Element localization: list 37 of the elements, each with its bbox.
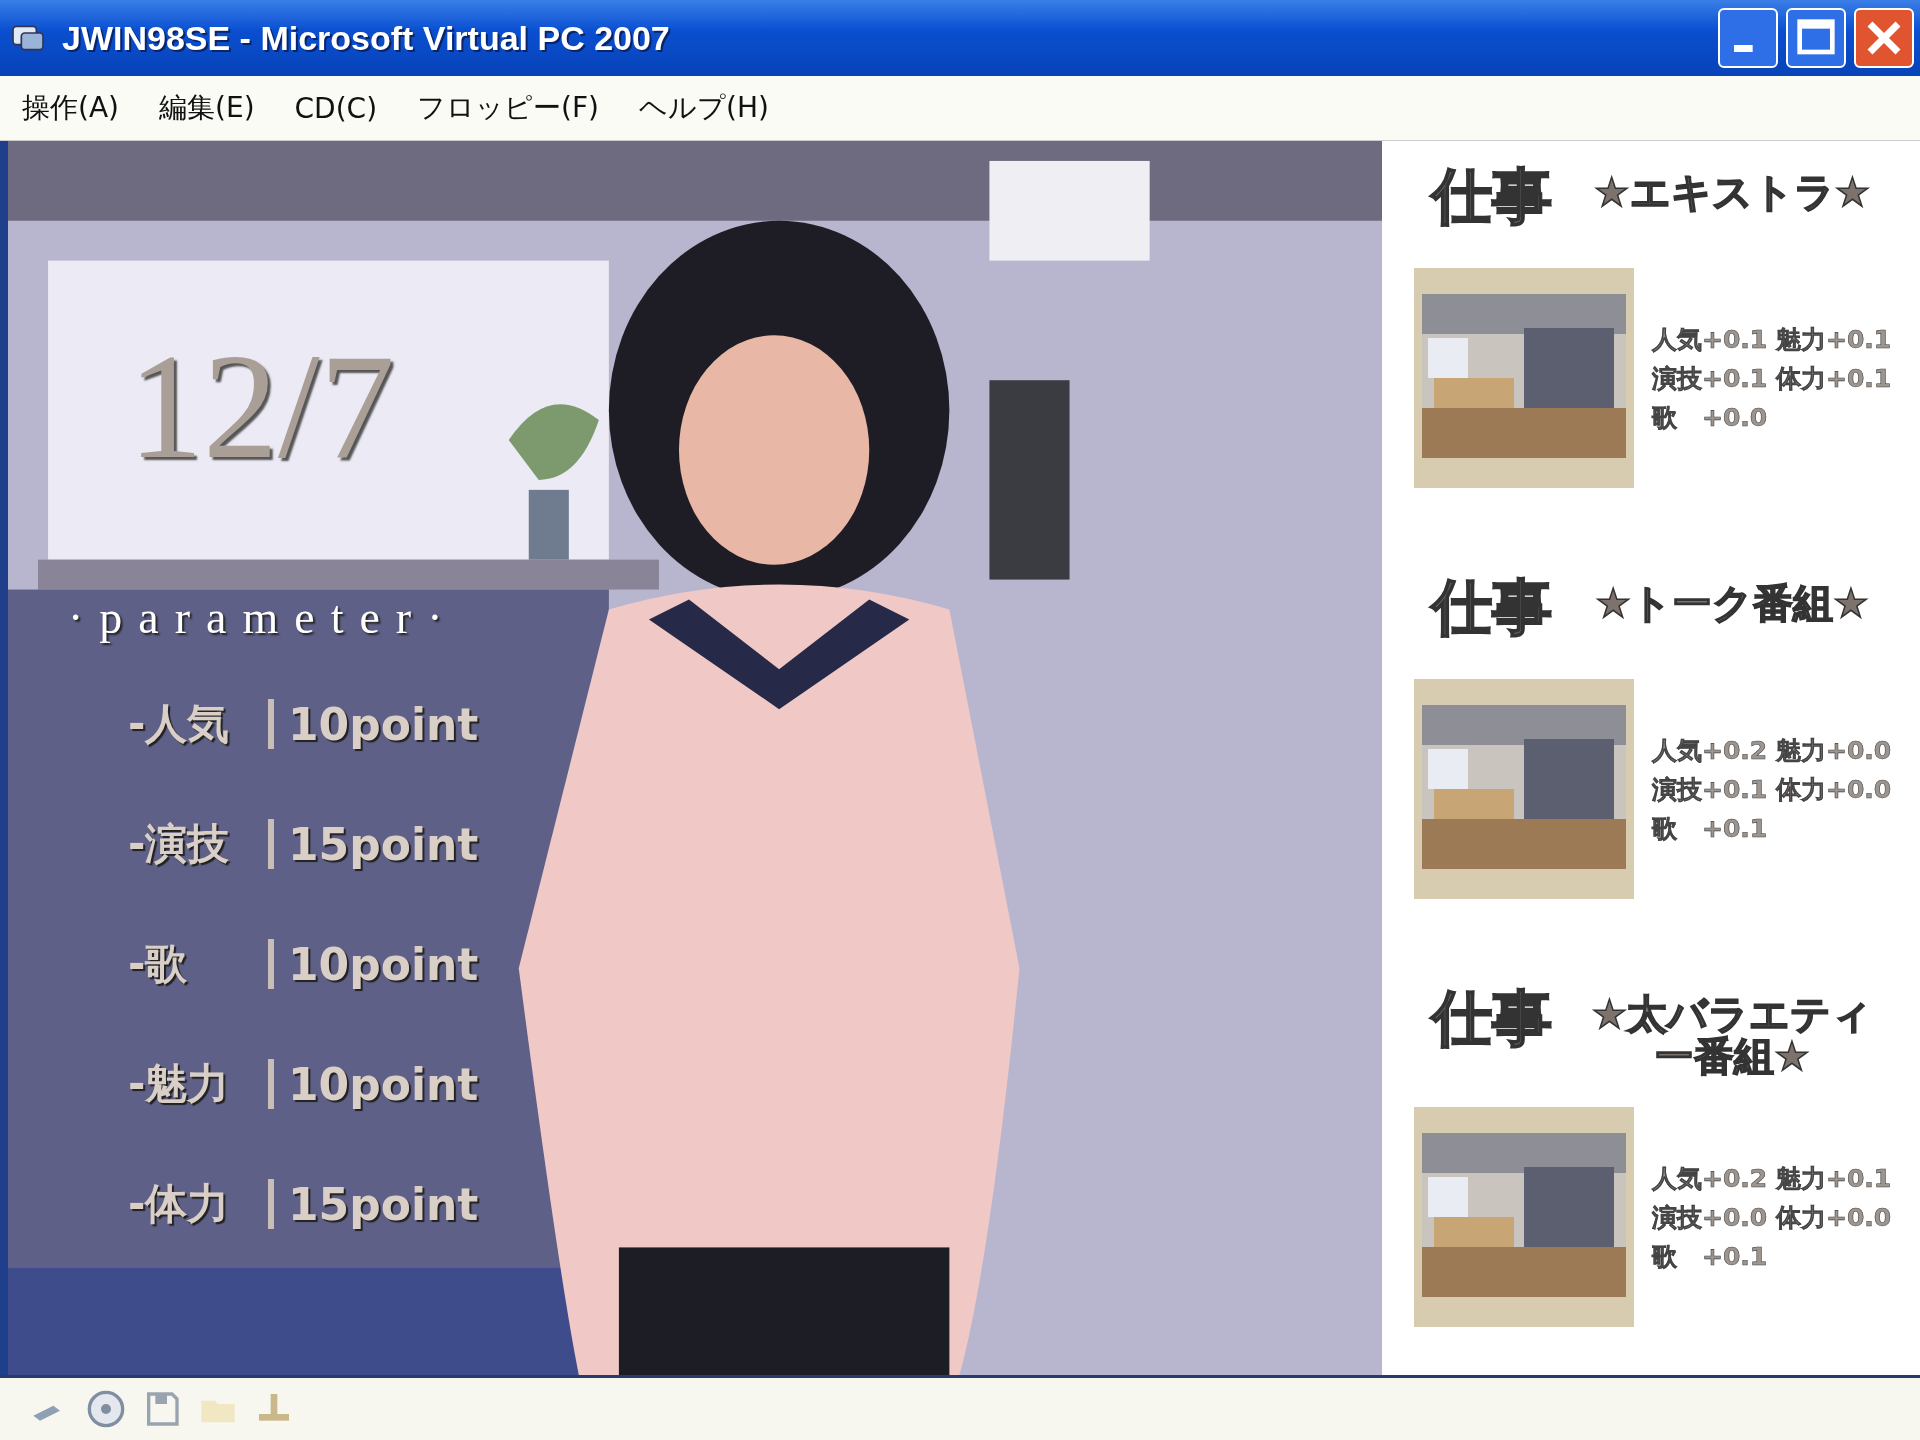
disc-icon[interactable] [86, 1389, 126, 1429]
menu-item[interactable]: CD(C) [294, 91, 378, 125]
job-title: 仕事 [1432, 160, 1552, 233]
parameter-value: 10point [288, 1058, 479, 1110]
menu-item[interactable]: 操作(A) [22, 89, 119, 127]
parameter-value: 10point [288, 938, 479, 990]
stat-line: 人気+0.1 魅力+0.1 [1652, 323, 1892, 356]
stat-line: 歌 +0.0 [1652, 401, 1769, 434]
stat-line: 演技+0.1 体力+0.1 [1652, 362, 1892, 395]
parameter-value: 15point [288, 1178, 479, 1230]
parameter-label: -魅力 [128, 1058, 231, 1110]
job-title: 仕事 [1432, 571, 1552, 644]
menu-item[interactable]: フロッピー(F) [417, 89, 600, 127]
stat-line: 人気+0.2 魅力+0.1 [1652, 1162, 1892, 1195]
stat-line: 演技+0.0 体力+0.0 [1652, 1201, 1892, 1234]
minimize-button[interactable] [1718, 8, 1778, 68]
window-title: JWIN98SE - Microsoft Virtual PC 2007 [62, 18, 671, 58]
stat-line: 人気+0.2 魅力+0.0 [1652, 734, 1892, 767]
menu-item[interactable]: ヘルプ(H) [639, 89, 769, 127]
parameter-heading: ·parameter· [68, 591, 460, 644]
maximize-button[interactable] [1786, 8, 1846, 68]
parameter-value: 15point [288, 818, 479, 870]
stat-line: 演技+0.1 体力+0.0 [1652, 773, 1892, 806]
job-name: ★エキストラ★ [1592, 168, 1872, 213]
close-button[interactable] [1854, 8, 1914, 68]
date-text: 12/7 [128, 331, 396, 481]
parameter-label: -演技 [128, 818, 231, 870]
job-name: ★トーク番組★ [1594, 579, 1870, 624]
parameter-label: -人気 [128, 698, 231, 750]
parameter-value: 10point [288, 698, 479, 750]
job-title: 仕事 [1432, 982, 1552, 1055]
menu-item[interactable]: 編集(E) [159, 89, 255, 127]
parameter-label: -体力 [128, 1178, 231, 1230]
stat-line: 歌 +0.1 [1652, 1240, 1769, 1273]
stat-line: 歌 +0.1 [1652, 812, 1769, 845]
job-name: ★太バラエティー番組★ [1590, 990, 1874, 1077]
parameter-label: -歌 [128, 938, 189, 990]
